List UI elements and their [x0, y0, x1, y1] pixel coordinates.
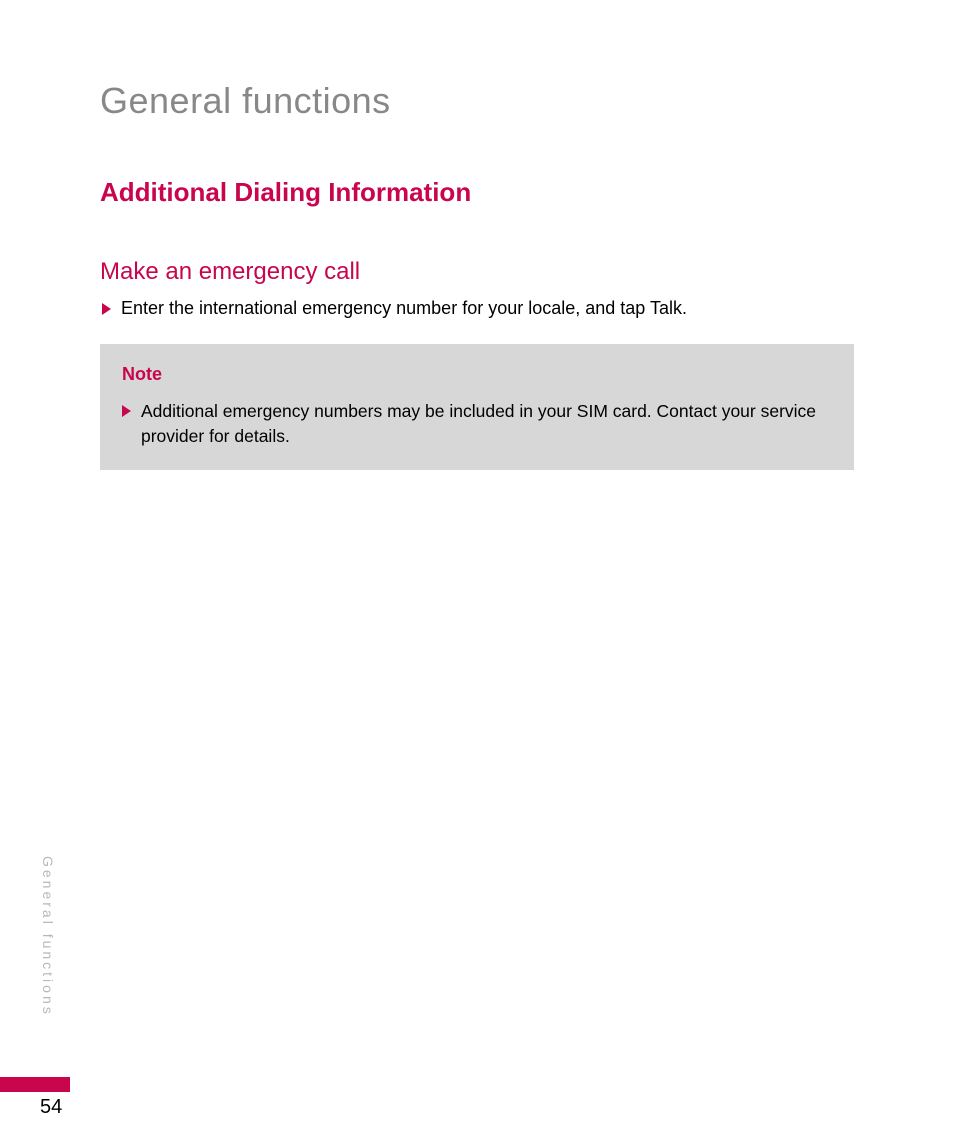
triangle-bullet-icon: [122, 405, 131, 417]
bullet-item: Enter the international emergency number…: [100, 298, 854, 319]
subsection-title: Make an emergency call: [100, 258, 854, 286]
page-number: 54: [40, 1096, 62, 1119]
note-bullet-item: Additional emergency numbers may be incl…: [122, 399, 832, 448]
triangle-bullet-icon: [102, 303, 111, 315]
section-title: Additional Dialing Information: [100, 177, 854, 208]
bullet-text: Enter the international emergency number…: [121, 298, 687, 319]
chapter-title: General functions: [100, 80, 854, 122]
note-bullet-text: Additional emergency numbers may be incl…: [141, 399, 832, 448]
side-section-label: General functions: [40, 856, 56, 1017]
note-label: Note: [122, 364, 832, 385]
note-box: Note Additional emergency numbers may be…: [100, 344, 854, 470]
footer-accent-bar: [0, 1077, 70, 1092]
